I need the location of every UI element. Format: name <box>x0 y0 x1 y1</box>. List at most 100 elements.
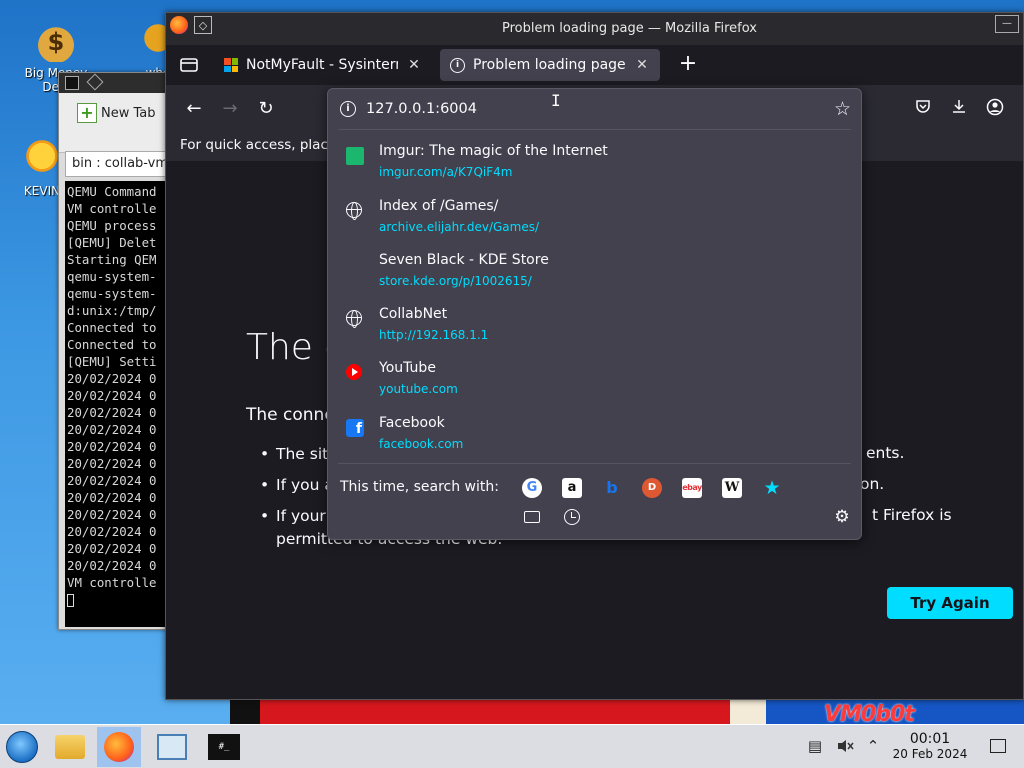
money-bag-icon: $ <box>32 14 80 62</box>
taskbar-firefox[interactable] <box>97 727 141 767</box>
terminal-line: Connected to <box>67 337 157 352</box>
downloads-icon[interactable] <box>948 98 970 120</box>
ebay-icon[interactable]: ebay <box>682 478 702 498</box>
taskbar-terminal[interactable]: #_ <box>202 727 246 767</box>
error-text-fragment: ents. <box>866 444 905 462</box>
terminal-titlebar[interactable] <box>59 73 177 93</box>
back-button[interactable]: ← <box>182 97 206 121</box>
terminal-line: 20/02/2024 0 <box>67 371 157 386</box>
bookmarks-star-icon[interactable]: ★ <box>762 478 782 498</box>
clock-time: 00:01 <box>909 731 951 747</box>
globe-icon <box>346 202 362 220</box>
tab-label: Problem loading page <box>473 57 626 73</box>
terminal-line: VM controlle <box>67 575 157 590</box>
tab-list-icon <box>180 58 198 72</box>
new-tab-button[interactable]: + <box>674 51 702 79</box>
list-all-tabs-button[interactable] <box>178 55 200 75</box>
terminal-line: [QEMU] Delet <box>67 235 157 250</box>
start-button[interactable] <box>0 727 44 767</box>
terminal-line: QEMU process <box>67 218 157 233</box>
suggestion-item[interactable]: f Facebook facebook.com <box>334 409 856 459</box>
wallpaper-brand: VM0b0t <box>824 702 915 724</box>
suggestion-item[interactable]: Index of /Games/ archive.elijahr.dev/Gam… <box>334 192 856 242</box>
terminal-output[interactable]: QEMU Command VM controlle QEMU process [QEM… <box>65 181 173 627</box>
taskbar-clock[interactable]: 00:01 20 Feb 2024 <box>886 731 974 761</box>
suggestion-url: store.kde.org/p/1002615/ <box>379 274 532 288</box>
terminal-line: QEMU Command <box>67 184 157 199</box>
terminal-line: 20/02/2024 0 <box>67 439 157 454</box>
microsoft-logo-icon <box>224 58 238 72</box>
globe-icon <box>346 310 362 328</box>
search-settings-icon[interactable]: ⚙ <box>832 507 852 527</box>
suggestion-title: Imgur: The magic of the Internet <box>379 143 608 159</box>
clipboard-icon[interactable]: ▤ <box>806 737 824 755</box>
suggestion-url: imgur.com/a/K7QiF4m <box>379 165 513 179</box>
terminal-line: 20/02/2024 0 <box>67 524 157 539</box>
clock-date: 20 Feb 2024 <box>892 747 968 761</box>
folder-icon <box>55 735 85 759</box>
volume-muted-icon[interactable] <box>836 737 854 755</box>
try-again-button[interactable]: Try Again <box>887 587 1013 619</box>
terminal-line: 20/02/2024 0 <box>67 388 157 403</box>
bing-icon[interactable]: b <box>602 478 622 498</box>
suggestion-title: Index of /Games/ <box>379 198 499 214</box>
terminal-line: 20/02/2024 0 <box>67 405 157 420</box>
terminal-line: Connected to <box>67 320 157 335</box>
error-lead-text: The conne <box>246 405 335 425</box>
close-tab-icon[interactable]: ✕ <box>406 57 422 73</box>
suggestion-item[interactable]: YouTube youtube.com <box>334 354 856 404</box>
pocket-icon[interactable] <box>912 98 934 120</box>
suggestion-title: Seven Black - KDE Store <box>379 252 549 268</box>
taskbar-file-manager[interactable] <box>48 727 92 767</box>
minimize-button[interactable]: — <box>995 15 1019 33</box>
site-info-icon[interactable]: i <box>340 101 356 117</box>
suggestion-item[interactable]: CollabNet http://192.168.1.1 <box>334 300 856 350</box>
tab-bar: NotMyFault - Sysinternals ✕ i Problem lo… <box>166 45 1023 85</box>
terminal-line: [QEMU] Setti <box>67 354 157 369</box>
suggestion-title: CollabNet <box>379 306 448 322</box>
taskbar: #_ ▤ ⌃ 00:01 20 Feb 2024 <box>0 724 1024 768</box>
terminal-line: VM controlle <box>67 201 157 216</box>
suggestion-url: youtube.com <box>379 382 458 396</box>
reload-button[interactable]: ↻ <box>254 97 278 121</box>
wikipedia-icon[interactable]: W <box>722 478 742 498</box>
tabs-search-icon[interactable] <box>522 507 542 527</box>
google-icon[interactable]: G <box>522 478 542 498</box>
terminal-line: 20/02/2024 0 <box>67 473 157 488</box>
duckduckgo-icon[interactable]: D <box>642 478 662 498</box>
history-icon[interactable] <box>562 507 582 527</box>
terminal-window[interactable]: + New Tab bin : collab-vm-s QEMU Command… <box>58 72 185 630</box>
firefox-titlebar[interactable]: ◇ Problem loading page — Mozilla Firefox… <box>166 13 1023 45</box>
error-text-fragment: on. <box>860 475 885 493</box>
info-icon: i <box>450 57 465 73</box>
suggestion-item[interactable]: Seven Black - KDE Store store.kde.org/p/… <box>334 246 856 296</box>
close-tab-icon[interactable]: ✕ <box>634 57 650 73</box>
suggestion-url: facebook.com <box>379 437 464 451</box>
forward-button[interactable]: → <box>218 97 242 121</box>
terminal-line: qemu-system- <box>67 269 157 284</box>
new-tab-label: New Tab <box>101 105 156 121</box>
taskbar-network[interactable] <box>150 727 194 767</box>
window-title: Problem loading page — Mozilla Firefox <box>502 21 757 36</box>
text-cursor-icon: I <box>551 91 561 110</box>
window-menu-icon[interactable] <box>86 73 104 91</box>
new-tab-button[interactable]: + New Tab <box>77 103 156 123</box>
error-text-fragment: t Firefox is <box>872 506 952 524</box>
show-desktop-button[interactable] <box>990 739 1006 753</box>
bookmark-star-icon[interactable]: ☆ <box>834 98 851 120</box>
search-with-label: This time, search with: <box>340 479 499 495</box>
amazon-icon[interactable]: a <box>562 478 582 498</box>
network-manager-icon <box>157 734 187 760</box>
suggestion-title: YouTube <box>379 360 436 376</box>
account-icon[interactable] <box>984 98 1006 120</box>
tab-notmyfault[interactable]: NotMyFault - Sysinternals ✕ <box>214 49 432 81</box>
url-input[interactable] <box>366 97 806 121</box>
terminal-line: 20/02/2024 0 <box>67 507 157 522</box>
suggestion-item[interactable]: Imgur: The magic of the Internet imgur.c… <box>334 137 856 187</box>
terminal-line: 20/02/2024 0 <box>67 490 157 505</box>
youtube-icon <box>346 364 362 380</box>
plus-icon: + <box>77 103 97 123</box>
tab-problem-loading[interactable]: i Problem loading page ✕ <box>440 49 660 81</box>
terminal-line: d:unix:/tmp/ <box>67 303 157 318</box>
tray-expand-icon[interactable]: ⌃ <box>864 737 882 755</box>
